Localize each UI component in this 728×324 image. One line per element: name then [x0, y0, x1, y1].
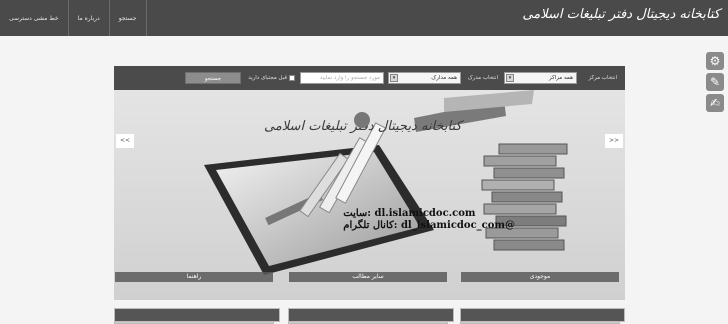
center-select-value: همه مراکز: [549, 75, 573, 81]
banner-illustration: کتابخانه دیجیتال دفتر تبلیغات اسلامی: [114, 90, 625, 300]
slider-next-arrow[interactable]: >>: [605, 134, 623, 148]
chevron-down-icon: ▾: [390, 74, 398, 82]
prev-search-label: قبل مجتبای دارید: [248, 75, 287, 81]
card-guide-image: [114, 308, 280, 322]
nav-about[interactable]: درباره ما: [69, 0, 110, 36]
cards-row: [114, 308, 625, 322]
search-bar: انتخاب مرکز همه مراکز ▾ انتخاب مدرک همه …: [114, 66, 625, 90]
top-bar: خط مشی دسترسی درباره ما جستجو کتابخانه د…: [0, 0, 728, 36]
side-toolbar: ⚙ ✎ ✍: [706, 52, 726, 115]
nav-search[interactable]: جستجو: [110, 0, 147, 36]
card-other-image: [288, 308, 454, 322]
search-button[interactable]: جستجو: [185, 72, 241, 84]
card-label: سایر مطالب: [289, 272, 447, 282]
nav-access-policy[interactable]: خط مشی دسترسی: [0, 0, 69, 36]
source-select-value: همه مدارک: [431, 75, 457, 81]
card-inventory-image: [460, 308, 625, 322]
center-select[interactable]: همه مراکز ▾: [504, 72, 577, 84]
gear-icon[interactable]: ⚙: [706, 52, 724, 70]
source-label: انتخاب مدرک: [467, 75, 498, 81]
prev-search-checkbox[interactable]: [289, 75, 295, 81]
card-label: موجودی: [461, 272, 619, 282]
site-logo[interactable]: کتابخانه دیجیتال دفتر تبلیغات اسلامی: [522, 7, 720, 22]
card-label: راهنما: [115, 272, 273, 282]
chevron-down-icon: ▾: [506, 74, 514, 82]
wrench-icon[interactable]: ✎: [706, 73, 724, 91]
center-label: انتخاب مرکز: [588, 75, 617, 81]
banner-contact-text: سایت: dl.islamicdoc.com کانال تلگرام: dl…: [343, 208, 515, 232]
slider-prev-arrow[interactable]: <<: [116, 134, 134, 148]
banner-site-line: سایت: dl.islamicdoc.com: [343, 208, 476, 219]
source-select[interactable]: همه مدارک ▾: [388, 72, 461, 84]
top-nav: خط مشی دسترسی درباره ما جستجو: [0, 0, 147, 36]
edit-icon[interactable]: ✍: [706, 94, 724, 112]
banner-slider: کتابخانه دیجیتال دفتر تبلیغات اسلامی << …: [114, 90, 625, 300]
search-input[interactable]: مورد جستجو را وارد نمایید: [300, 72, 384, 84]
banner-telegram-line: کانال تلگرام: dl_islamicdoc_com@: [343, 220, 515, 231]
